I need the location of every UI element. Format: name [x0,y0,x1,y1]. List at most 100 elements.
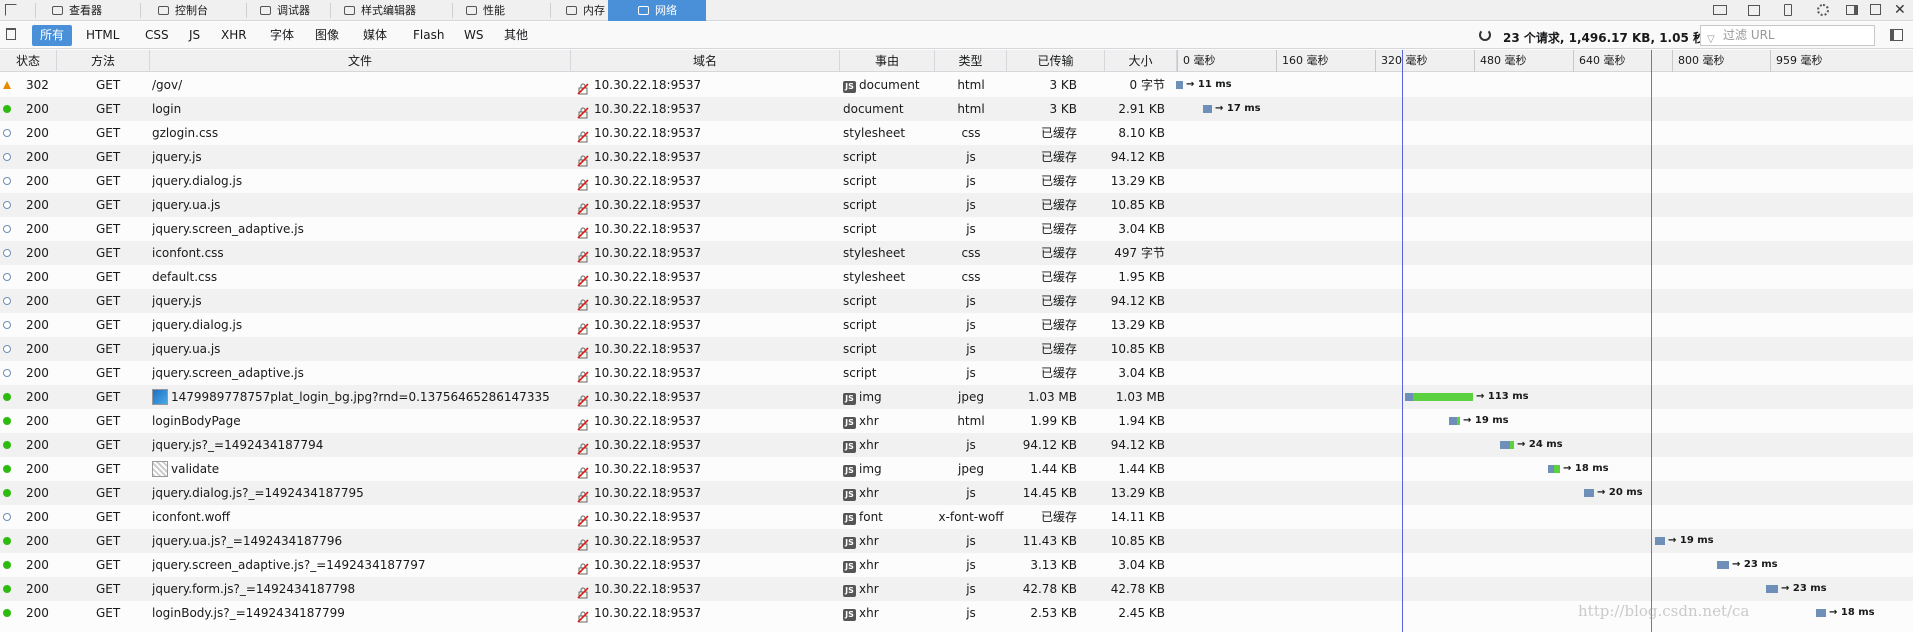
request-file-name: jquery.screen_adaptive.js [152,222,304,236]
request-cause: script [843,169,935,193]
success-status-icon [3,465,11,473]
waterfall-wait-bar [1449,417,1457,425]
request-cause-text: xhr [859,486,879,500]
request-row[interactable]: 200 GET jquery.js 10.30.22.18:9537 script js 已… [0,145,1913,169]
request-cause: JS xhr [843,529,935,553]
request-row[interactable]: 200 GET loginBodyPage 10.30.22.18:9537 JS xhr… [0,409,1913,433]
request-row[interactable]: 200 GET jquery.dialog.js 10.30.22.18:9537 sc… [0,313,1913,337]
insecure-connection-icon [577,295,589,311]
status-code: 200 [26,126,49,140]
filter-button-1[interactable]: HTML [78,25,127,46]
filter-button-9[interactable]: WS [456,25,491,46]
request-row[interactable]: 200 GET default.css 10.30.22.18:9537 stylesh… [0,265,1913,289]
column-size[interactable]: 大小 [1105,50,1177,72]
clear-trash-icon[interactable] [6,28,16,40]
pick-element-icon[interactable] [5,4,17,16]
request-type: js [966,366,976,380]
column-method[interactable]: 方法 [57,50,150,72]
tab-label: 控制台 [175,4,208,17]
tab-inspector[interactable]: 查看器 [42,0,142,21]
waterfall-timing-label: → 19 ms [1463,415,1509,426]
request-row[interactable]: 200 GET jquery.form.js?_=1492434187798 10.3… [0,577,1913,601]
status-code: 200 [26,198,49,212]
request-method: GET [96,486,121,500]
column-file[interactable]: 文件 [150,50,571,72]
close-icon[interactable]: ✕ [1894,1,1906,19]
request-cause: JS xhr [843,433,935,457]
request-row[interactable]: 200 GET jquery.js?_=1492434187794 10.30.22.… [0,433,1913,457]
request-row[interactable]: 200 GET jquery.screen_adaptive.js 10.30.22.… [0,217,1913,241]
filter-button-2[interactable]: CSS [137,25,177,46]
filter-button-3[interactable]: JS [181,25,208,46]
request-cause-text: script [843,174,877,188]
status-code: 200 [26,510,49,524]
request-row[interactable]: 302 GET/gov/10.30.22.18:9537 JS document htm… [0,73,1913,97]
request-method: GET [96,222,121,236]
request-row[interactable]: 200 GET jquery.dialog.js?_=1492434187795 10… [0,481,1913,505]
request-file: 1479989778757plat_login_bg.jpg?rnd=0.137… [152,385,570,409]
request-row[interactable]: 200 GET gzlogin.css 10.30.22.18:9537 stylesh… [0,121,1913,145]
request-size: 0 字节 [1129,78,1165,92]
undock-window-icon[interactable] [1870,4,1881,15]
column-cause[interactable]: 事由 [840,50,935,72]
tab-console[interactable]: 控制台 [148,0,248,21]
request-row[interactable]: 200 GET jquery.ua.js 10.30.22.18:9537 script… [0,193,1913,217]
filter-button-6[interactable]: 图像 [307,25,347,46]
request-cause-text: img [859,390,882,404]
reload-icon[interactable] [1479,29,1491,41]
column-domain[interactable]: 域名 [571,50,840,72]
insecure-connection-icon [577,175,589,191]
request-domain: 10.30.22.18:9537 [594,318,702,332]
cached-status-icon [3,225,11,233]
request-row[interactable]: 200 GET jquery.ua.js 10.30.22.18:9537 script… [0,337,1913,361]
insecure-connection-icon [577,559,589,575]
js-stack-icon: JS [843,537,856,549]
request-row[interactable]: 200 GET jquery.ua.js?_=1492434187796 10.30.… [0,529,1913,553]
tab-style-editor[interactable]: 样式编辑器 [334,0,454,21]
filter-button-5[interactable]: 字体 [262,25,302,46]
request-transferred: 3 KB [1049,78,1077,92]
request-row[interactable]: 200 GET 1479989778757plat_login_bg.jpg?rnd… [0,385,1913,409]
js-stack-icon: JS [843,609,856,621]
filter-button-0[interactable]: 所有 [32,25,73,46]
filter-button-7[interactable]: 媒体 [355,25,395,46]
devtools-tab-bar: 查看器 控制台 调试器 样式编辑器 性能 内存 网络 ✕ [0,0,1913,21]
request-transferred: 已缓存 [1040,342,1077,356]
tab-performance[interactable]: 性能 [456,0,552,21]
settings-gear-icon[interactable] [1817,4,1829,16]
dock-side-icon[interactable] [1846,5,1858,15]
request-row[interactable]: 200 GET jquery.js 10.30.22.18:9537 script js 已… [0,289,1913,313]
tab-network[interactable]: 网络 [608,0,706,21]
toggle-sidebar-icon[interactable] [1890,29,1903,41]
split-console-icon[interactable] [1748,5,1760,16]
request-type: js [966,438,976,452]
request-row[interactable]: 200 GET login 10.30.22.18:9537 document html 3… [0,97,1913,121]
status-code: 200 [26,606,49,620]
dock-options-icon[interactable] [1713,5,1727,15]
insecure-connection-icon [577,439,589,455]
request-domain: 10.30.22.18:9537 [594,462,702,476]
request-row[interactable]: 200 GET iconfont.css 10.30.22.18:9537 styles… [0,241,1913,265]
column-transferred[interactable]: 已传输 [1007,50,1105,72]
filter-button-8[interactable]: Flash [405,25,452,46]
request-row[interactable]: 200 GET jquery.screen_adaptive.js?_=149243… [0,553,1913,577]
column-status[interactable]: 状态 [0,50,57,72]
request-row[interactable]: 200 GET jquery.screen_adaptive.js 10.30.22.… [0,361,1913,385]
filter-button-4[interactable]: XHR [213,25,255,46]
column-type[interactable]: 类型 [935,50,1007,72]
filter-button-10[interactable]: 其他 [496,25,536,46]
request-row[interactable]: 200 GET iconfont.woff 10.30.22.18:9537 JS fon… [0,505,1913,529]
responsive-design-icon[interactable] [1784,4,1792,16]
request-size: 42.78 KB [1110,582,1165,596]
request-row[interactable]: 200 GET validate 10.30.22.18:9537 JS img jpeg 1… [0,457,1913,481]
request-file: jquery.js [152,145,570,169]
request-file: loginBodyPage [152,409,570,433]
request-method: GET [96,510,121,524]
network-toolbar: 所有 HTML CSS JS XHR 字体 图像 媒体 Flash WS 其他 23 个请求, 1,… [0,22,1913,49]
request-row[interactable]: 200 GET jquery.dialog.js 10.30.22.18:9537 sc… [0,169,1913,193]
insecure-connection-icon [577,367,589,383]
request-file-name: loginBodyPage [152,414,241,428]
request-domain: 10.30.22.18:9537 [594,534,702,548]
tab-debugger[interactable]: 调试器 [250,0,332,21]
filter-url-input[interactable]: ▽ 过滤 URL [1700,25,1875,46]
